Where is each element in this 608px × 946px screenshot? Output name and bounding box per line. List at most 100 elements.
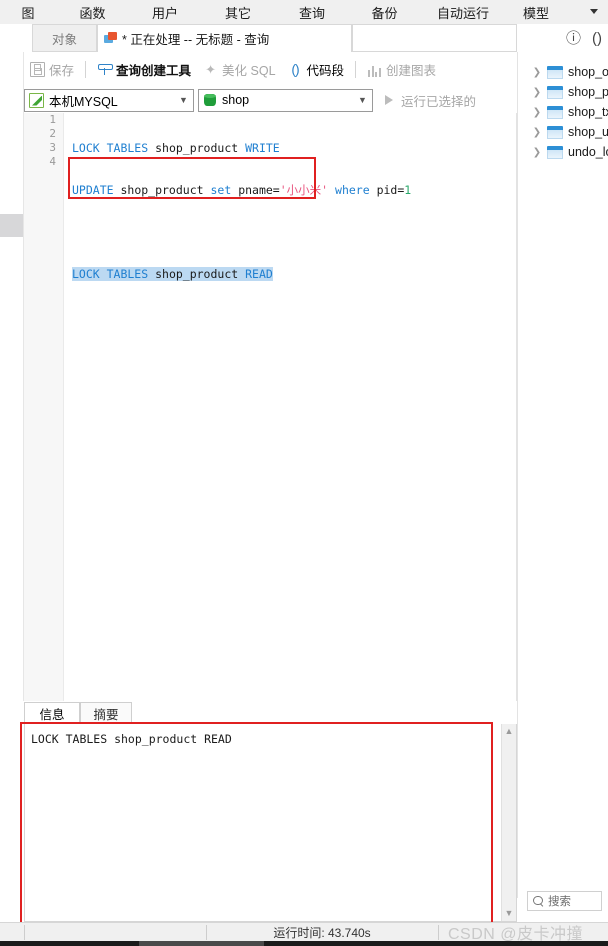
connection-icon [29, 92, 44, 108]
menu-item-user[interactable]: 用户 [129, 3, 201, 22]
results-tab-bar: 信息 摘要 [24, 702, 517, 724]
search-icon [533, 895, 544, 907]
chevron-down-icon[interactable] [590, 9, 598, 14]
table-icon [547, 105, 563, 119]
toolbar-separator-2 [355, 61, 357, 78]
menu-item-model[interactable]: 模型 [506, 3, 566, 22]
beautify-sql-button[interactable]: ✦ 美化 SQL [197, 59, 282, 81]
query-tab-icon [104, 32, 118, 45]
table-icon [547, 85, 563, 99]
tree-item-shop-us[interactable]: ❯ shop_us [532, 122, 608, 142]
chevron-up-icon[interactable]: ▲ [502, 724, 516, 739]
chevron-down-icon[interactable]: ▼ [356, 95, 369, 105]
save-button[interactable]: 保存 [24, 59, 80, 81]
tab-strip: 对象 * 正在处理 -- 无标题 - 查询 [0, 24, 608, 52]
chevron-right-icon[interactable]: ❯ [532, 107, 542, 118]
bar-chart-icon [367, 62, 382, 77]
tab-strip-icons: ⓘ () [566, 24, 602, 52]
tab-query-label: * 正在处理 -- 无标题 - 查询 [122, 33, 270, 47]
chevron-right-icon[interactable]: ❯ [532, 147, 542, 158]
status-divider [438, 925, 439, 940]
menu-item-automation[interactable]: 自动运行 [420, 3, 506, 22]
info-icon[interactable]: ⓘ [566, 31, 581, 46]
tree-item-shop-tx[interactable]: ❯ shop_tx [532, 102, 608, 122]
search-input[interactable]: 搜索 [527, 891, 602, 911]
object-tree-panel: ❯ shop_or ❯ shop_pr ❯ shop_tx ❯ shop_us … [518, 52, 608, 898]
editor-code-area[interactable]: LOCK TABLES shop_product WRITE UPDATE sh… [72, 113, 516, 701]
parentheses-icon[interactable]: () [592, 31, 602, 46]
play-icon [383, 94, 396, 107]
line-number: 4 [49, 155, 56, 168]
line-number: 2 [49, 127, 56, 140]
save-label: 保存 [49, 64, 75, 78]
sparkle-icon: ✦ [205, 62, 216, 77]
tree-item-label: shop_pr [568, 85, 608, 99]
save-icon [30, 62, 45, 77]
database-select[interactable]: shop ▼ [198, 88, 373, 112]
chevron-right-icon[interactable]: ❯ [532, 87, 542, 98]
tree-item-undo-lo[interactable]: ❯ undo_lo [532, 142, 608, 162]
search-placeholder: 搜索 [548, 896, 571, 908]
tab-summary[interactable]: 摘要 [80, 702, 132, 724]
results-panel: LOCK TABLES shop_product READ ▲ ▼ [24, 724, 517, 922]
nav-window: 图 函数 用户 其它 查询 备份 自动运行 模型 对象 * 正在处理 -- 无标… [0, 0, 608, 946]
query-builder-label: 查询创建工具 [116, 64, 192, 78]
tab-objects-label: 对象 [51, 32, 77, 47]
tab-summary-label: 摘要 [93, 707, 119, 722]
left-panel-strip [0, 52, 24, 701]
table-icon [547, 125, 563, 139]
status-divider [24, 925, 25, 940]
tree-item-shop-or[interactable]: ❯ shop_or [532, 62, 608, 82]
chevron-down-icon[interactable]: ▼ [502, 906, 516, 921]
tab-info-label: 信息 [39, 707, 65, 722]
menu-item-backup[interactable]: 备份 [349, 3, 420, 22]
menu-item-view[interactable]: 图 [0, 3, 56, 22]
line-number: 3 [49, 141, 56, 154]
tab-query-editor[interactable]: * 正在处理 -- 无标题 - 查询 [97, 24, 352, 52]
code-line-2: UPDATE shop_product set pname='小小米' wher… [72, 183, 412, 197]
results-output-text: LOCK TABLES shop_product READ [31, 732, 232, 746]
create-chart-label: 创建图表 [386, 64, 437, 78]
menu-bar: 图 函数 用户 其它 查询 备份 自动运行 模型 [0, 0, 608, 24]
code-line-4: LOCK TABLES shop_product READ [72, 267, 273, 281]
tree-item-label: shop_tx [568, 105, 608, 119]
tab-empty-area [352, 24, 517, 52]
table-icon [547, 65, 563, 79]
database-icon [203, 93, 217, 108]
tree-item-shop-pr[interactable]: ❯ shop_pr [532, 82, 608, 102]
code-snippet-button[interactable]: () 代码段 [282, 59, 351, 81]
toolbar-separator [85, 61, 87, 78]
connection-value: 本机MYSQL [49, 94, 118, 109]
editor-gutter: 1 2 3 4 [24, 113, 64, 701]
beautify-sql-label: 美化 SQL [222, 64, 276, 78]
menu-item-function[interactable]: 函数 [56, 3, 129, 22]
tab-objects[interactable]: 对象 [32, 24, 97, 52]
results-scrollbar[interactable]: ▲ ▼ [501, 724, 516, 921]
code-snippet-label: 代码段 [306, 64, 345, 78]
status-run-time: 运行时间: 43.740s [273, 925, 371, 940]
chevron-down-icon[interactable]: ▼ [177, 95, 190, 105]
database-value: shop [222, 93, 250, 107]
chevron-right-icon[interactable]: ❯ [532, 67, 542, 78]
query-builder-button[interactable]: 查询创建工具 [91, 59, 197, 81]
run-selected-button[interactable]: 运行已选择的 [383, 91, 476, 110]
table-icon [547, 145, 563, 159]
tree-item-label: shop_us [568, 125, 608, 139]
run-selected-label: 运行已选择的 [401, 94, 477, 109]
connection-select[interactable]: 本机MYSQL ▼ [24, 88, 194, 112]
menu-item-query[interactable]: 查询 [275, 3, 349, 22]
sql-editor[interactable]: 1 2 3 4 LOCK TABLES shop_product WRITE U… [24, 113, 517, 701]
editor-toolbar: 保存 查询创建工具 ✦ 美化 SQL () 代码段 创建图表 [24, 56, 517, 83]
os-taskbar [0, 941, 608, 946]
parentheses-icon: () [291, 61, 299, 77]
menu-item-other[interactable]: 其它 [201, 3, 275, 22]
funnel-icon [97, 62, 114, 77]
line-number: 1 [49, 113, 56, 126]
tree-item-label: shop_or [568, 65, 608, 79]
code-line-1: LOCK TABLES shop_product WRITE [72, 141, 280, 155]
tab-info[interactable]: 信息 [24, 702, 80, 724]
chevron-right-icon[interactable]: ❯ [532, 127, 542, 138]
create-chart-button[interactable]: 创建图表 [361, 59, 442, 81]
left-panel-scroll-thumb[interactable] [0, 214, 24, 237]
